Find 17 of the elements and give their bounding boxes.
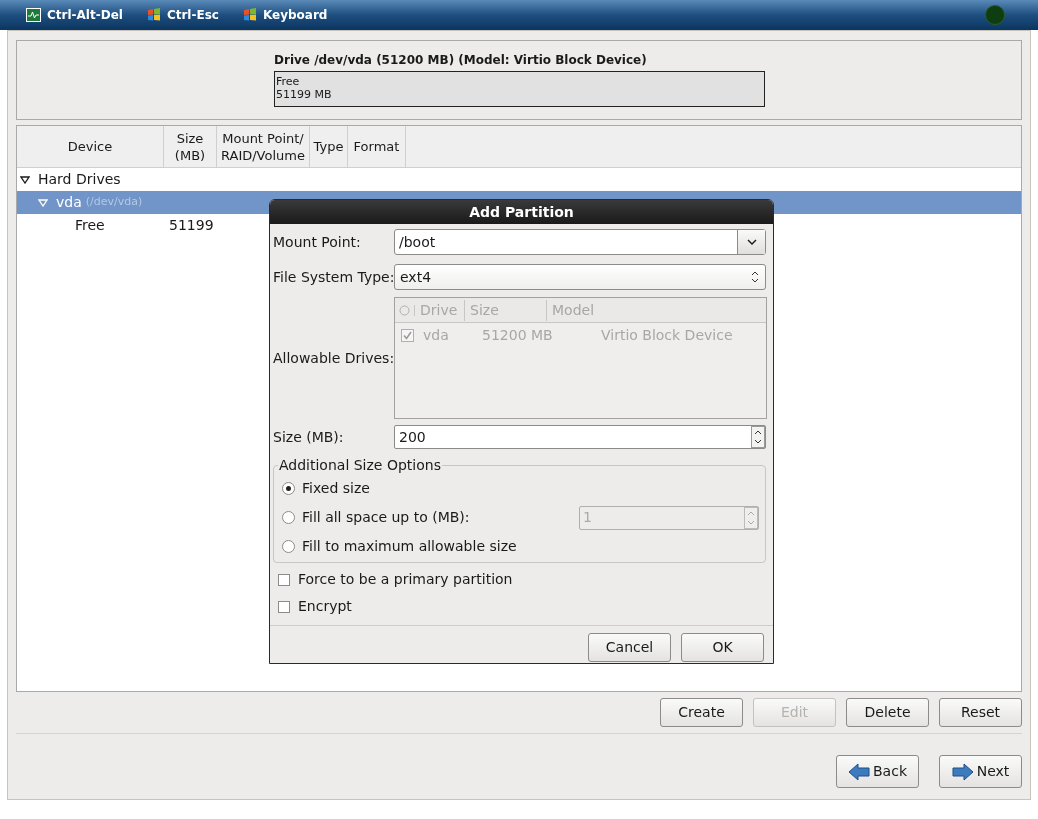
device-path: (/dev/vda) (85, 194, 143, 211)
segment-label: Free (276, 75, 301, 88)
tree-item-label: vda (56, 193, 82, 212)
field-label: Size (MB): (273, 427, 345, 447)
group-title: Additional Size Options (278, 456, 442, 474)
field-label: Allowable Drives: (273, 348, 394, 368)
field-label: Mount Point: (273, 232, 362, 252)
segment-size: 51199 MB (276, 88, 333, 101)
list-cell-text: 51200 MB (481, 325, 554, 345)
list-cell-text: Virtio Block Device (601, 325, 733, 345)
field-label: File System Type: (273, 267, 394, 287)
drive-title: Drive /dev/vda (51200 MB) (Model: Virtio Block Device) (274, 52, 648, 69)
tree-item-label: Free (75, 216, 105, 235)
dialog-title: Add Partition (270, 200, 773, 224)
tree-item-label: Hard Drives (38, 170, 121, 189)
size-cell-text: 51199 (168, 216, 214, 235)
list-cell-text: vda (423, 325, 450, 345)
